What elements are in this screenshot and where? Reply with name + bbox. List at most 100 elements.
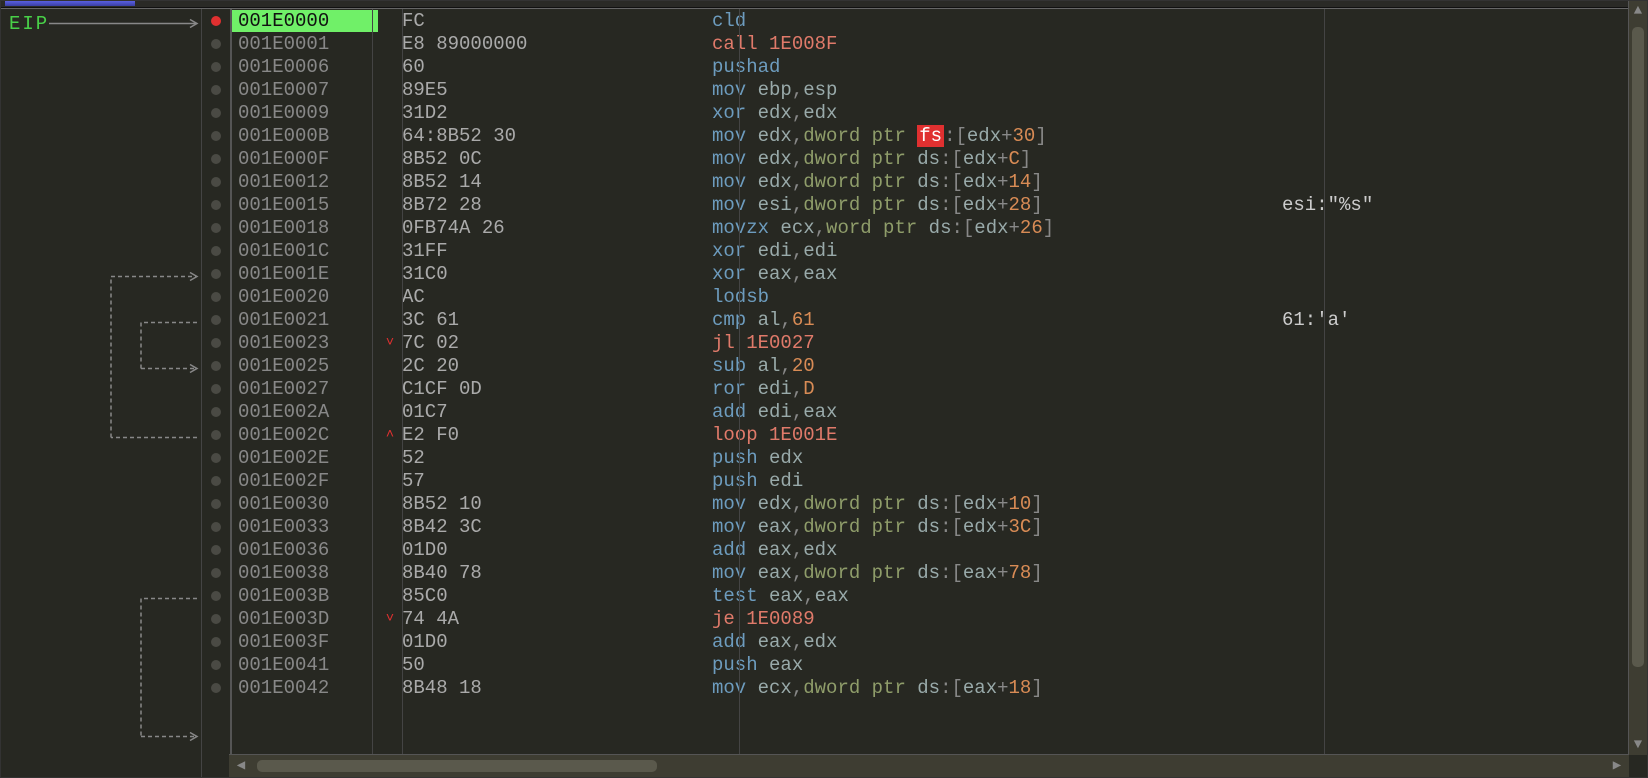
scrollbar-vertical[interactable]: ▲ ▼ [1628, 8, 1647, 755]
disasm-row[interactable]: 001E004150push eax [232, 653, 1631, 676]
disasm-row[interactable]: 001E000B64:8B52 30mov edx,dword ptr fs:[… [232, 124, 1631, 147]
breakpoint-slot[interactable] [202, 561, 230, 584]
disasm-row[interactable]: 001E003B85C0test eax,eax [232, 584, 1631, 607]
breakpoint-dot[interactable] [211, 430, 221, 440]
tab-strip[interactable] [1, 1, 1647, 8]
breakpoint-slot[interactable] [202, 262, 230, 285]
breakpoint-slot[interactable] [202, 124, 230, 147]
breakpoint-dot[interactable] [211, 453, 221, 463]
column-separator[interactable] [402, 9, 403, 761]
breakpoint-slot[interactable] [202, 147, 230, 170]
scrollbar-thumb[interactable] [257, 760, 657, 772]
disasm-row[interactable]: 001E00252C 20sub al,20 [232, 354, 1631, 377]
scroll-left-icon[interactable]: ◀ [233, 757, 249, 773]
breakpoint-dot[interactable] [211, 683, 221, 693]
breakpoint-slot[interactable] [202, 630, 230, 653]
breakpoint-slot[interactable] [202, 538, 230, 561]
disasm-row[interactable]: 001E002E52push edx [232, 446, 1631, 469]
breakpoint-dot[interactable] [211, 269, 221, 279]
breakpoint-slot[interactable] [202, 584, 230, 607]
breakpoint-slot[interactable] [202, 515, 230, 538]
breakpoint-slot[interactable] [202, 78, 230, 101]
breakpoint-slot[interactable] [202, 607, 230, 630]
breakpoint-slot[interactable] [202, 308, 230, 331]
scrollbar-thumb[interactable] [1632, 27, 1644, 667]
disasm-row[interactable]: 001E0001E8 89000000call 1E008F [232, 32, 1631, 55]
breakpoint-dot[interactable] [211, 154, 221, 164]
breakpoint-slot[interactable] [202, 193, 230, 216]
breakpoint-dot[interactable] [211, 614, 221, 624]
breakpoint-dot[interactable] [211, 292, 221, 302]
breakpoint-slot[interactable] [202, 285, 230, 308]
breakpoint-dot[interactable] [211, 246, 221, 256]
breakpoint-slot[interactable] [202, 676, 230, 699]
disasm-row[interactable]: 001E00338B42 3Cmov eax,dword ptr ds:[edx… [232, 515, 1631, 538]
breakpoint-dot[interactable] [211, 568, 221, 578]
breakpoint-dot[interactable] [211, 39, 221, 49]
breakpoint-dot[interactable] [211, 223, 221, 233]
breakpoint-dot[interactable] [211, 108, 221, 118]
breakpoint-slot[interactable] [202, 216, 230, 239]
breakpoint-slot[interactable] [202, 331, 230, 354]
disasm-row[interactable]: 001E000789E5mov ebp,esp [232, 78, 1631, 101]
disasm-row[interactable]: 001E00308B52 10mov edx,dword ptr ds:[edx… [232, 492, 1631, 515]
disasm-row[interactable]: 001E00128B52 14mov edx,dword ptr ds:[edx… [232, 170, 1631, 193]
disasm-row[interactable]: 001E00158B72 28mov esi,dword ptr ds:[edx… [232, 193, 1631, 216]
disasm-row[interactable]: 001E00428B48 18mov ecx,dword ptr ds:[eax… [232, 676, 1631, 699]
disasm-row[interactable]: 001E000F8B52 0Cmov edx,dword ptr ds:[edx… [232, 147, 1631, 170]
column-separator[interactable] [739, 9, 740, 761]
breakpoint-slot[interactable] [202, 354, 230, 377]
breakpoint-slot[interactable] [202, 55, 230, 78]
breakpoint-dot[interactable] [211, 384, 221, 394]
breakpoint-slot[interactable] [202, 492, 230, 515]
disasm-row[interactable]: 001E00388B40 78mov eax,dword ptr ds:[eax… [232, 561, 1631, 584]
breakpoint-dot[interactable] [211, 131, 221, 141]
breakpoint-slot[interactable] [202, 423, 230, 446]
disasm-row[interactable]: 001E002C˄E2 F0loop 1E001E [232, 423, 1631, 446]
breakpoint-gutter[interactable] [202, 9, 232, 777]
breakpoint-dot[interactable] [211, 361, 221, 371]
scroll-right-icon[interactable]: ▶ [1609, 757, 1625, 773]
breakpoint-dot[interactable] [211, 200, 221, 210]
disasm-row[interactable]: 001E000931D2xor edx,edx [232, 101, 1631, 124]
breakpoint-dot[interactable] [211, 177, 221, 187]
disasm-row[interactable]: 001E003F01D0add eax,edx [232, 630, 1631, 653]
breakpoint-dot[interactable] [211, 407, 221, 417]
breakpoint-slot[interactable] [202, 469, 230, 492]
disasm-row[interactable]: 001E003601D0add eax,edx [232, 538, 1631, 561]
breakpoint-slot[interactable] [202, 377, 230, 400]
disasm-row[interactable]: 001E001C31FFxor edi,edi [232, 239, 1631, 262]
disasm-row[interactable]: 001E0027C1CF 0Dror edi,D [232, 377, 1631, 400]
column-separator[interactable] [1324, 9, 1325, 761]
breakpoint-slot[interactable] [202, 32, 230, 55]
disasm-row[interactable]: 001E001E31C0xor eax,eax [232, 262, 1631, 285]
breakpoint-dot[interactable] [211, 476, 221, 486]
disasm-row[interactable]: 001E002F57push edi [232, 469, 1631, 492]
disasm-row[interactable]: 001E0020AClodsb [232, 285, 1631, 308]
scroll-up-icon[interactable]: ▲ [1630, 8, 1646, 19]
disasm-row[interactable]: 001E00213C 61cmp al,6161:'a' [232, 308, 1631, 331]
breakpoint-slot[interactable] [202, 400, 230, 423]
breakpoint-dot[interactable] [211, 637, 221, 647]
disasm-row[interactable]: 001E000660pushad [232, 55, 1631, 78]
breakpoint-slot[interactable] [202, 170, 230, 193]
breakpoint-slot[interactable] [202, 101, 230, 124]
breakpoint-dot[interactable] [211, 499, 221, 509]
breakpoint-slot[interactable] [202, 446, 230, 469]
breakpoint-slot[interactable] [202, 239, 230, 262]
breakpoint-dot[interactable] [211, 62, 221, 72]
breakpoint-dot[interactable] [211, 522, 221, 532]
disasm-row[interactable]: 001E0023˅7C 02jl 1E0027 [232, 331, 1631, 354]
scroll-down-icon[interactable]: ▼ [1630, 737, 1646, 753]
disasm-row[interactable]: 001E003D˅74 4Aje 1E0089 [232, 607, 1631, 630]
breakpoint-slot[interactable] [202, 9, 230, 32]
disasm-row[interactable]: 001E00180FB74A 26movzx ecx,word ptr ds:[… [232, 216, 1631, 239]
breakpoint-slot[interactable] [202, 653, 230, 676]
scrollbar-horizontal[interactable]: ◀ ▶ [229, 754, 1629, 777]
disasm-row[interactable]: 001E0000FCcld [232, 9, 1631, 32]
disassembly-listing[interactable]: 001E0000FCcld001E0001E8 89000000call 1E0… [232, 9, 1647, 777]
breakpoint-dot[interactable] [211, 85, 221, 95]
breakpoint-dot[interactable] [211, 545, 221, 555]
breakpoint-dot-active[interactable] [211, 16, 221, 26]
breakpoint-dot[interactable] [211, 315, 221, 325]
